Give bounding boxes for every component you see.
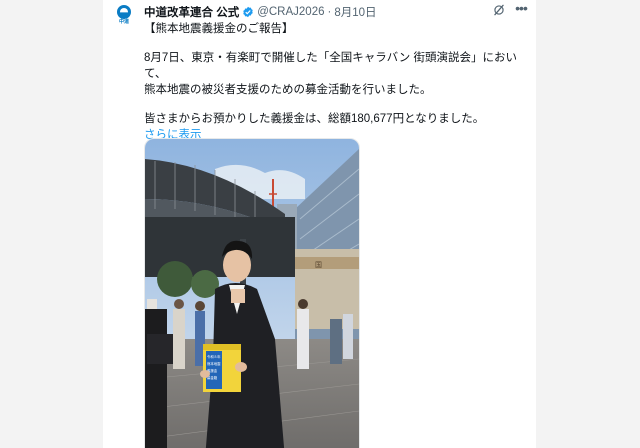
display-name[interactable]: 中道改革連合 公式 [144,4,239,20]
tweet-text-line: 皆さまからお預かりした義援金は、総額180,677円となりました。 [144,113,485,125]
more-icon[interactable]: ••• [513,1,529,18]
tweet-text: 【熊本地震義援金のご報告】 8月7日、東京・有楽町で開催した「全国キャラバン 街… [144,21,532,143]
tweet-header: 中道改革連合 公式 @CRAJ2026 · 8月10日 [144,4,377,20]
tweet-text-line: 8月7日、東京・有楽町で開催した「全国キャラバン 街頭演説会」において、 [144,52,517,80]
tweet-photo[interactable]: 国 令和８年 熊本地震 義援金 募金箱 [144,138,360,448]
handle[interactable]: @CRAJ2026 [257,6,324,18]
avatar[interactable]: 中道 [115,5,133,29]
avatar-label: 中道 [118,19,129,25]
separator: · [327,6,332,18]
svg-text:国: 国 [315,261,322,269]
party-logo-icon [117,5,131,19]
tweet-date[interactable]: 8月10日 [334,4,376,20]
tweet-card[interactable]: 中道 中道改革連合 公式 @CRAJ2026 · 8月10日 ••• 【熊本地震… [103,0,536,448]
tweet-text-line: 【熊本地震義援金のご報告】 [144,23,294,35]
box-label-line: 令和８年 [207,354,221,359]
photo-scene: 国 令和８年 熊本地震 義援金 募金箱 [145,139,359,448]
grok-icon[interactable] [492,3,506,17]
verified-badge-icon [243,6,253,18]
box-label-line: 熊本地震 [207,361,221,366]
tweet-text-line: 熊本地震の被災者支援のための募金活動を行いました。 [144,84,432,96]
